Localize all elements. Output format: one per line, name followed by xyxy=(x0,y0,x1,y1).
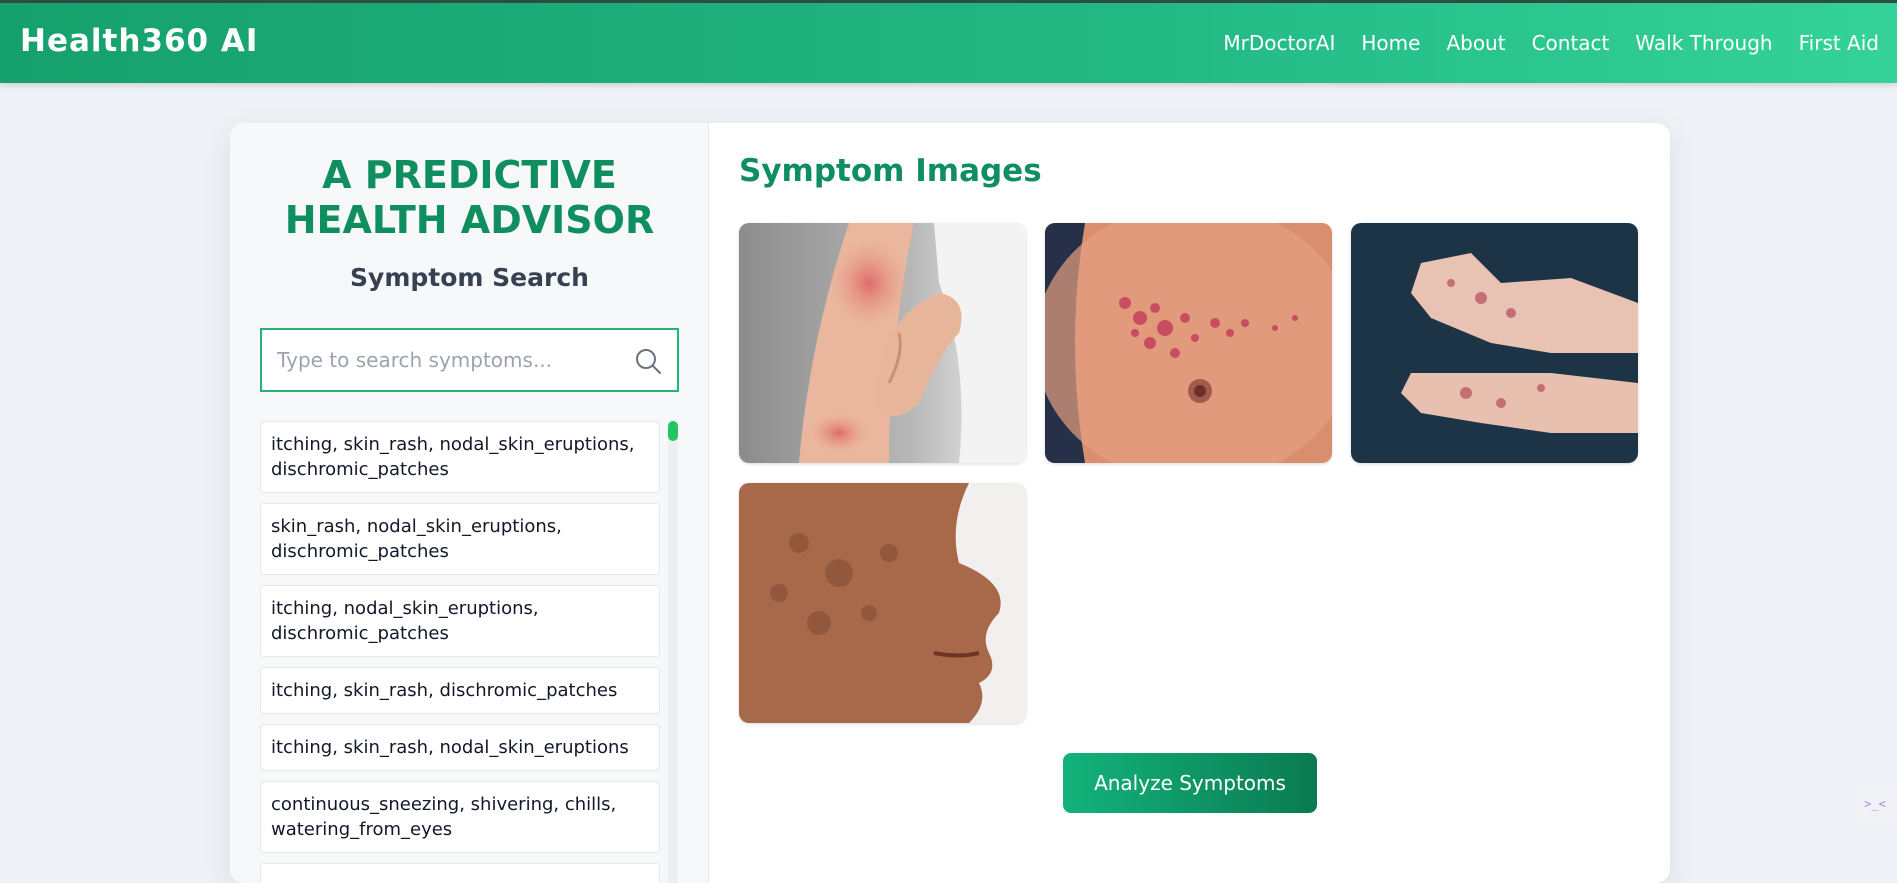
symptom-image-hands-eczema[interactable] xyxy=(1351,223,1638,463)
symptom-result-item[interactable]: itching, skin_rash, nodal_skin_eruptions… xyxy=(260,421,660,493)
nav-link-walk-through[interactable]: Walk Through xyxy=(1635,31,1772,55)
symptom-result-item[interactable]: itching, nodal_skin_eruptions, dischromi… xyxy=(260,585,660,657)
nav-links: MrDoctorAI Home About Contact Walk Throu… xyxy=(1197,31,1879,55)
page-title-line-1: A PREDICTIVE xyxy=(322,153,617,197)
main-card: A PREDICTIVE HEALTH ADVISOR Symptom Sear… xyxy=(230,123,1670,883)
brand-logo-text[interactable]: Health360 AI xyxy=(20,23,258,59)
nav-link-contact[interactable]: Contact xyxy=(1532,31,1610,55)
symptom-result-item[interactable]: continuous_sneezing, shivering, chills, … xyxy=(260,781,660,853)
nav-link-mrdoctorai[interactable]: MrDoctorAI xyxy=(1223,31,1335,55)
results-scrollbar-thumb[interactable] xyxy=(668,421,678,441)
results-scrollbar[interactable] xyxy=(668,421,678,883)
symptom-images-heading: Symptom Images xyxy=(739,153,1042,189)
page-title-line-2: HEALTH ADVISOR xyxy=(284,198,655,242)
search-box xyxy=(260,328,679,392)
nav-link-home[interactable]: Home xyxy=(1361,31,1420,55)
analyze-symptoms-button[interactable]: Analyze Symptoms xyxy=(1063,753,1317,813)
assistant-widget-icon[interactable]: >_< xyxy=(1855,784,1895,824)
symptom-image-arm-rash[interactable] xyxy=(739,223,1026,463)
symptom-result-item-partial[interactable] xyxy=(260,863,660,883)
symptom-result-item[interactable]: itching, skin_rash, nodal_skin_eruptions xyxy=(260,724,660,771)
navbar: Health360 AI MrDoctorAI Home About Conta… xyxy=(0,3,1897,83)
nav-link-first-aid[interactable]: First Aid xyxy=(1799,31,1879,55)
symptom-image-chest-rash[interactable] xyxy=(1045,223,1332,463)
symptom-result-item[interactable]: skin_rash, nodal_skin_eruptions, dischro… xyxy=(260,503,660,575)
symptom-results-list: itching, skin_rash, nodal_skin_eruptions… xyxy=(260,421,660,883)
symptom-search-heading: Symptom Search xyxy=(350,263,589,292)
nav-link-about[interactable]: About xyxy=(1446,31,1505,55)
symptom-images-panel: Symptom Images Analyze Symptoms xyxy=(709,123,1670,883)
symptom-search-input[interactable] xyxy=(262,330,622,390)
symptom-search-panel: A PREDICTIVE HEALTH ADVISOR Symptom Sear… xyxy=(230,123,709,883)
search-icon[interactable] xyxy=(633,346,663,376)
symptom-image-face-pigmentation[interactable] xyxy=(739,483,1026,723)
symptom-result-item[interactable]: itching, skin_rash, dischromic_patches xyxy=(260,667,660,714)
page-title: A PREDICTIVE HEALTH ADVISOR xyxy=(230,153,709,243)
